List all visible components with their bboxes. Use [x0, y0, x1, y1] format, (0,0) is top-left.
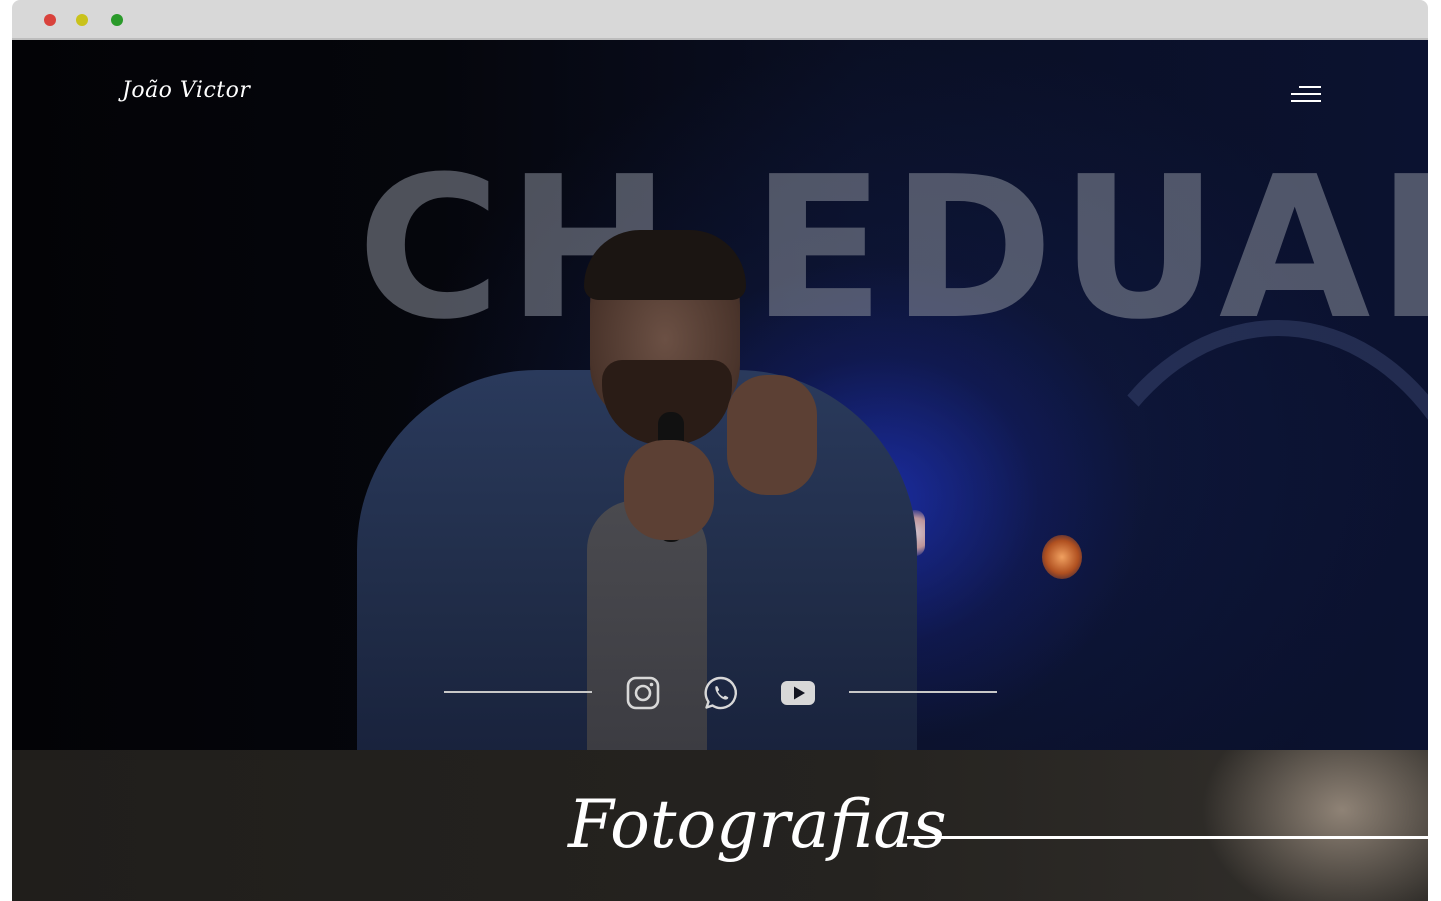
- section-title: Fotografias: [568, 786, 947, 863]
- section-title-divider: [907, 836, 1428, 839]
- social-divider-right: [849, 691, 997, 693]
- singer-shirt: [587, 500, 707, 750]
- hero-section: CH EDUARDO João Victor: [12, 40, 1428, 750]
- instagram-icon[interactable]: [625, 675, 661, 711]
- stage-light-bulb: [1042, 535, 1082, 579]
- whatsapp-icon[interactable]: [703, 675, 739, 711]
- site-logo[interactable]: João Victor: [122, 78, 250, 103]
- singer-hand: [624, 440, 714, 540]
- youtube-icon[interactable]: [780, 675, 816, 711]
- maximize-window-button[interactable]: [111, 14, 123, 26]
- minimize-window-button[interactable]: [76, 14, 88, 26]
- close-window-button[interactable]: [44, 14, 56, 26]
- social-divider-left: [444, 691, 592, 693]
- singer-hand: [727, 375, 817, 495]
- hamburger-menu-icon[interactable]: [1289, 86, 1321, 104]
- singer-hair: [584, 230, 746, 300]
- stage-truss-decoration: [1052, 320, 1428, 750]
- browser-titlebar: [12, 0, 1428, 40]
- photos-section: Fotografias: [12, 750, 1428, 901]
- browser-window: CH EDUARDO João Victor: [12, 0, 1428, 901]
